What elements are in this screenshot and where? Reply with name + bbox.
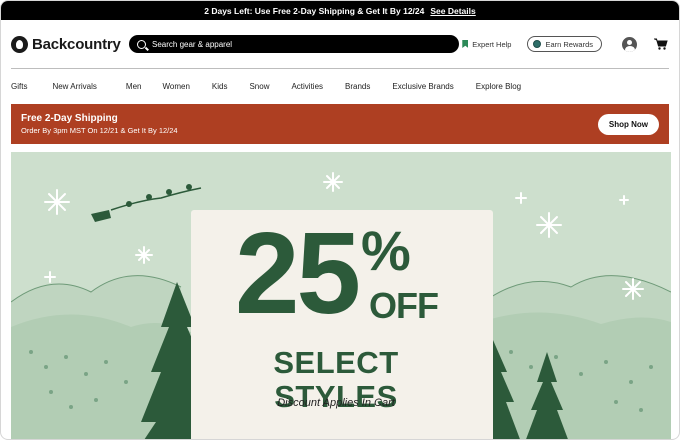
site-header: Backcountry Expert Help Earn Rewards — [1, 20, 679, 68]
nav-item-women[interactable]: Women — [162, 82, 189, 91]
backcountry-logo-icon — [11, 35, 28, 53]
nav-item-exclusive-brands[interactable]: Exclusive Brands — [392, 82, 453, 91]
nav-item-gifts[interactable]: Gifts — [11, 82, 27, 91]
nav-item-men[interactable]: Men — [126, 82, 142, 91]
nav-item-explore-blog[interactable]: Explore Blog — [476, 82, 521, 91]
browser-page: 2 Days Left: Use Free 2-Day Shipping & G… — [0, 0, 680, 440]
announcement-bar: 2 Days Left: Use Free 2-Day Shipping & G… — [1, 1, 679, 20]
cart-icon[interactable] — [653, 38, 669, 50]
nav-item-activities[interactable]: Activities — [291, 82, 323, 91]
promo-text: Free 2-Day Shipping Order By 3pm MST On … — [21, 113, 598, 135]
nav-item-snow[interactable]: Snow — [249, 82, 269, 91]
shop-now-button[interactable]: Shop Now — [597, 113, 659, 135]
discount-card — [191, 210, 493, 439]
logo[interactable]: Backcountry — [11, 35, 129, 53]
nav-item-brands[interactable]: Brands — [345, 82, 370, 91]
search-bar[interactable] — [129, 35, 459, 53]
earn-rewards-button[interactable]: Earn Rewards — [527, 36, 602, 52]
see-details-link[interactable]: See Details — [430, 6, 475, 16]
shipping-promo-banner[interactable]: Free 2-Day Shipping Order By 3pm MST On … — [11, 104, 669, 144]
search-input[interactable] — [152, 39, 442, 49]
announcement-text: 2 Days Left: Use Free 2-Day Shipping & G… — [204, 5, 425, 16]
promo-title: Free 2-Day Shipping — [21, 113, 118, 124]
main-nav: Gifts New Arrivals Men Women Kids Snow A… — [1, 69, 679, 104]
nav-item-kids[interactable]: Kids — [212, 82, 228, 91]
account-icon[interactable] — [622, 36, 637, 52]
logo-text: Backcountry — [32, 35, 121, 53]
header-utilities: Expert Help Earn Rewards — [462, 36, 669, 52]
rewards-coin-icon — [533, 40, 542, 48]
expert-help-label: Expert Help — [472, 39, 512, 49]
promo-subtitle: Order By 3pm MST On 12/21 & Get It By 12… — [21, 126, 178, 135]
nav-item-new-arrivals[interactable]: New Arrivals — [52, 82, 96, 91]
bookmark-icon — [462, 40, 469, 48]
earn-rewards-label: Earn Rewards — [545, 39, 593, 49]
search-icon[interactable] — [137, 39, 146, 49]
expert-help-link[interactable]: Expert Help — [462, 40, 511, 49]
hero-banner[interactable] — [11, 152, 671, 439]
